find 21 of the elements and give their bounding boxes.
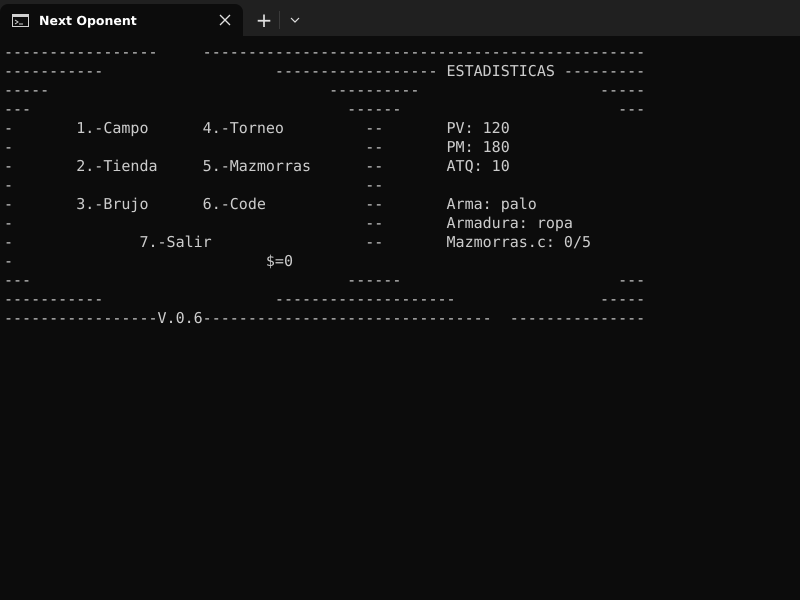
terminal-line: --- ------ --- bbox=[4, 271, 646, 290]
terminal-line: - 3.-Brujo 6.-Code -- Arma: palo bbox=[4, 195, 537, 214]
close-icon[interactable] bbox=[219, 14, 231, 26]
terminal-line: - $=0 bbox=[4, 252, 293, 271]
tab-title: Next Oponent bbox=[39, 12, 138, 28]
terminal-line: ----------- ------------------ ESTADISTICAS --------- bbox=[4, 62, 646, 81]
terminal-line: - 2.-Tienda 5.-Mazmorras -- ATQ: 10 bbox=[4, 157, 510, 176]
new-tab-button[interactable]: + bbox=[249, 4, 279, 36]
terminal-line: ----- ---------- ----- bbox=[4, 81, 646, 100]
terminal-line: - 1.-Campo 4.-Torneo -- PV: 120 bbox=[4, 119, 510, 138]
terminal-line: - -- PM: 180 bbox=[4, 138, 510, 157]
terminal-icon bbox=[12, 14, 29, 26]
terminal-line: -----------------V.0.6-------------------------------- --------------- bbox=[4, 309, 646, 328]
terminal-line: - 7.-Salir -- Mazmorras.c: 0/5 bbox=[4, 233, 591, 252]
terminal-line: - -- bbox=[4, 176, 384, 195]
chevron-down-icon bbox=[290, 17, 300, 23]
terminal-line: - -- Armadura: ropa bbox=[4, 214, 573, 233]
terminal-line: ----------------- ------------------------------------------------- bbox=[4, 43, 646, 62]
terminal-tab[interactable]: Next Oponent bbox=[0, 4, 243, 36]
terminal-line: --- ------ --- bbox=[4, 100, 646, 119]
terminal-line: ----------- -------------------- ----- bbox=[4, 290, 646, 309]
